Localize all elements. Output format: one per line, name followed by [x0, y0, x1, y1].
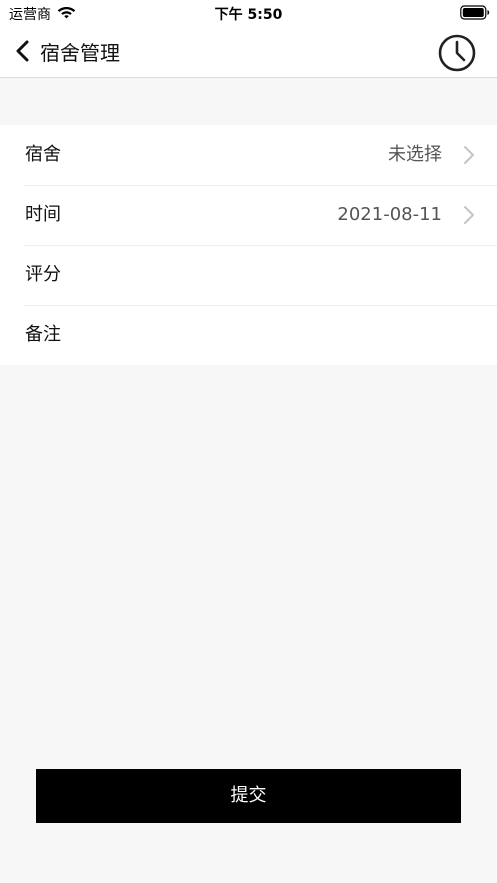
clock-icon — [438, 34, 476, 72]
row-label: 时间 — [25, 204, 61, 225]
battery-icon — [460, 5, 490, 20]
row-label: 宿舍 — [25, 144, 61, 165]
row-label: 评分 — [25, 264, 61, 285]
status-bar: 运营商 下午 5:50 — [0, 0, 497, 26]
status-time: 下午 5:50 — [214, 7, 283, 23]
chevron-right-icon — [464, 146, 474, 164]
time-value: 2021-08-11 — [337, 204, 442, 225]
navigation-bar: 宿舍管理 — [0, 26, 497, 78]
chevron-left-icon — [16, 40, 29, 62]
time-row[interactable]: 时间 2021-08-11 — [0, 185, 497, 245]
dorm-row[interactable]: 宿舍 未选择 — [0, 125, 497, 185]
remark-row[interactable]: 备注 — [0, 305, 497, 365]
dorm-value: 未选择 — [388, 144, 442, 165]
score-row[interactable]: 评分 — [0, 245, 497, 305]
chevron-right-icon — [464, 206, 474, 224]
row-label: 备注 — [25, 324, 61, 345]
form-card: 宿舍 未选择 时间 2021-08-11 评分 备注 — [0, 125, 497, 365]
back-button[interactable]: 宿舍管理 — [8, 34, 138, 68]
page-title: 宿舍管理 — [40, 40, 120, 65]
submit-button[interactable]: 提交 — [36, 769, 461, 823]
history-button[interactable] — [437, 33, 477, 73]
